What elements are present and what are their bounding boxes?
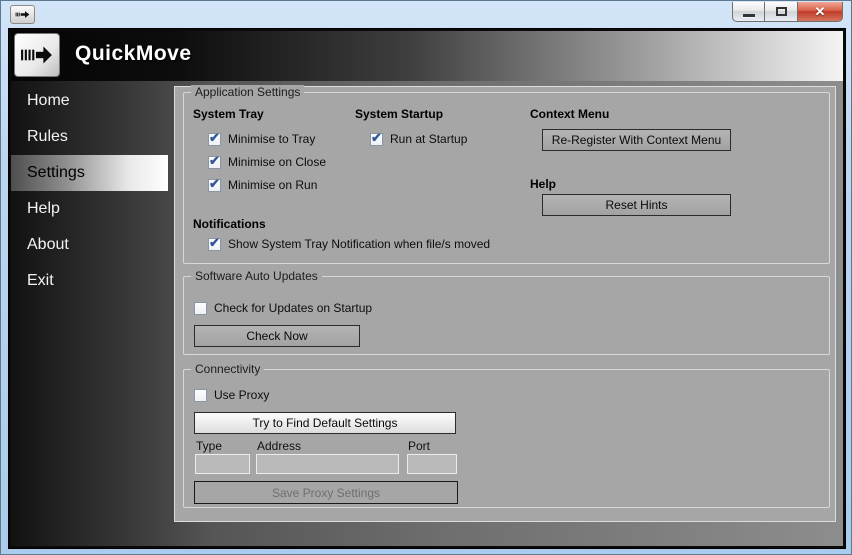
checkbox-minimise-to-tray[interactable]: ✔ Minimise to Tray (208, 129, 315, 146)
page-title: QuickMove (75, 42, 192, 65)
checkbox-icon: ✔ (208, 234, 221, 251)
checkbox-run-at-startup[interactable]: ✔ Run at Startup (370, 129, 467, 146)
minimize-icon (742, 14, 755, 17)
checkbox-minimise-on-close[interactable]: ✔ Minimise on Close (208, 152, 326, 169)
find-default-settings-button[interactable]: Try to Find Default Settings (194, 412, 456, 434)
checkbox-icon: ✔ (208, 152, 221, 169)
checkbox-check-updates-startup[interactable]: ✔ Check for Updates on Startup (194, 301, 372, 315)
reset-hints-button[interactable]: Reset Hints (542, 194, 731, 216)
checkbox-show-tray-notification[interactable]: ✔ Show System Tray Notification when fil… (208, 234, 490, 251)
heading-system-startup: System Startup (355, 107, 444, 121)
port-label: Port (408, 439, 431, 453)
heading-context-menu: Context Menu (530, 107, 610, 121)
sidebar: Home Rules Settings Help About Exit (11, 83, 168, 299)
sidebar-item-home[interactable]: Home (11, 83, 168, 119)
checkbox-minimise-on-run[interactable]: ✔ Minimise on Run (208, 175, 317, 192)
checkbox-icon: ✔ (194, 301, 207, 315)
window: ✕ QuickMove Home Rules Settings Help Abo… (0, 0, 852, 555)
main-area: Home Rules Settings Help About Exit Appl… (11, 81, 843, 546)
group-software-auto-updates: Software Auto Updates ✔ Check for Update… (183, 269, 830, 355)
heading-notifications: Notifications (193, 217, 266, 231)
close-button[interactable]: ✕ (798, 2, 843, 22)
save-proxy-settings-button[interactable]: Save Proxy Settings (194, 481, 458, 504)
settings-panel: Application Settings System Tray ✔ Minim… (174, 85, 836, 522)
type-field[interactable] (195, 454, 250, 474)
group-application-settings: Application Settings System Tray ✔ Minim… (183, 85, 830, 264)
checkbox-icon: ✔ (370, 129, 383, 146)
sidebar-item-help[interactable]: Help (11, 191, 168, 227)
arrow-right-icon (15, 11, 30, 18)
sidebar-item-about[interactable]: About (11, 227, 168, 263)
maximize-icon (775, 7, 787, 16)
sidebar-item-rules[interactable]: Rules (11, 119, 168, 155)
sidebar-item-settings[interactable]: Settings (11, 155, 168, 191)
group-title: Application Settings (191, 85, 305, 100)
checkbox-icon: ✔ (208, 175, 221, 192)
window-body: QuickMove Home Rules Settings Help About… (8, 28, 846, 549)
checkbox-icon: ✔ (208, 129, 221, 146)
checkbox-use-proxy[interactable]: ✔ Use Proxy (194, 388, 269, 402)
sidebar-item-exit[interactable]: Exit (11, 263, 168, 299)
app-icon[interactable] (10, 5, 35, 24)
group-connectivity: Connectivity ✔ Use Proxy Try to Find Def… (183, 362, 830, 508)
heading-system-tray: System Tray (193, 107, 264, 121)
minimize-button[interactable] (732, 2, 765, 22)
port-field[interactable] (407, 454, 457, 474)
address-field[interactable] (256, 454, 399, 474)
speed-arrow-icon (21, 46, 52, 64)
reregister-context-menu-button[interactable]: Re-Register With Context Menu (542, 129, 731, 151)
close-icon: ✕ (814, 4, 826, 19)
group-title: Software Auto Updates (191, 269, 322, 284)
type-label: Type (196, 439, 223, 453)
maximize-button[interactable] (765, 2, 798, 22)
app-header: QuickMove (11, 31, 843, 81)
quickmove-logo (14, 33, 60, 77)
heading-help: Help (530, 177, 557, 191)
address-label: Address (257, 439, 302, 453)
check-now-button[interactable]: Check Now (194, 325, 360, 347)
checkbox-icon: ✔ (194, 388, 207, 402)
group-title: Connectivity (191, 362, 265, 377)
window-controls: ✕ (732, 1, 843, 22)
